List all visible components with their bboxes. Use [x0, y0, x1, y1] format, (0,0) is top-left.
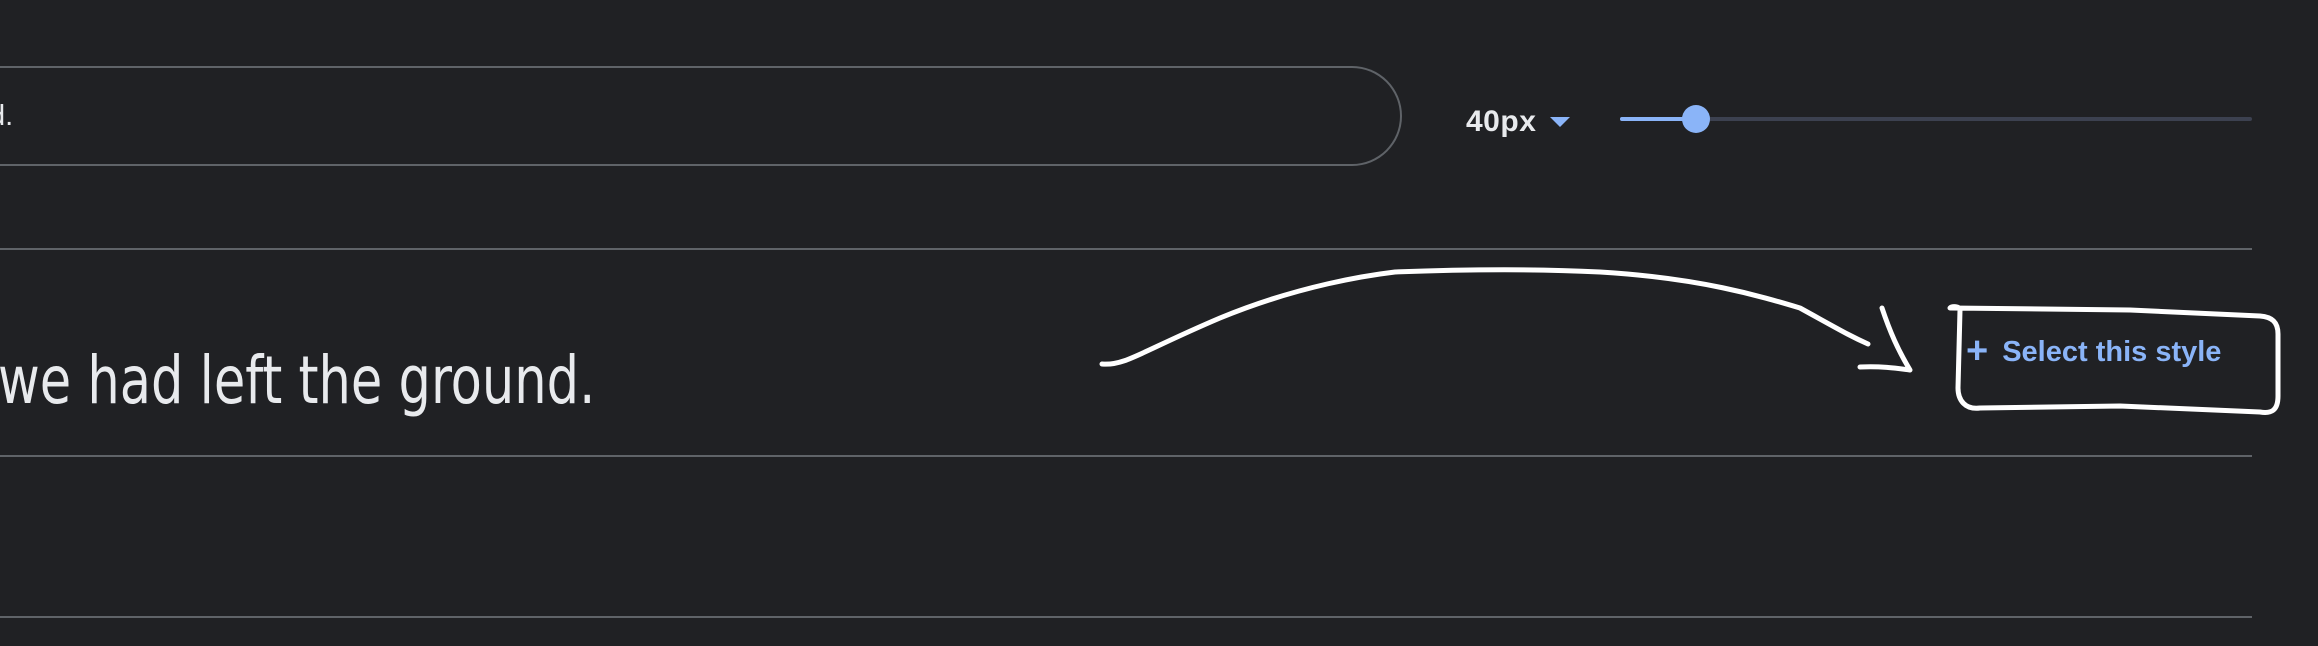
font-size-slider[interactable]: [1620, 100, 2252, 138]
divider: [0, 455, 2252, 457]
hand-drawn-arrow: [1099, 267, 1871, 367]
sample-text: knew it, we had left the ground.: [0, 341, 596, 419]
divider: [0, 248, 2252, 250]
arrow-head: [1857, 305, 1913, 373]
select-style-button[interactable]: + Select this style: [1966, 324, 2221, 380]
slider-track[interactable]: [1620, 117, 2252, 121]
plus-icon: +: [1966, 329, 1989, 372]
preview-text-input[interactable]: d.: [0, 66, 1402, 166]
caret-down-icon[interactable]: [1550, 117, 1571, 127]
font-size-value[interactable]: 40px: [1466, 105, 1536, 139]
font-specimen-view: d. 40px knew it, we had left the ground.…: [0, 0, 2318, 646]
slider-thumb[interactable]: [1682, 105, 1710, 133]
divider: [0, 616, 2252, 618]
preview-text-value[interactable]: d.: [0, 68, 13, 164]
font-size-dropdown[interactable]: 40px: [1466, 98, 1571, 146]
select-style-label: Select this style: [2002, 335, 2222, 368]
